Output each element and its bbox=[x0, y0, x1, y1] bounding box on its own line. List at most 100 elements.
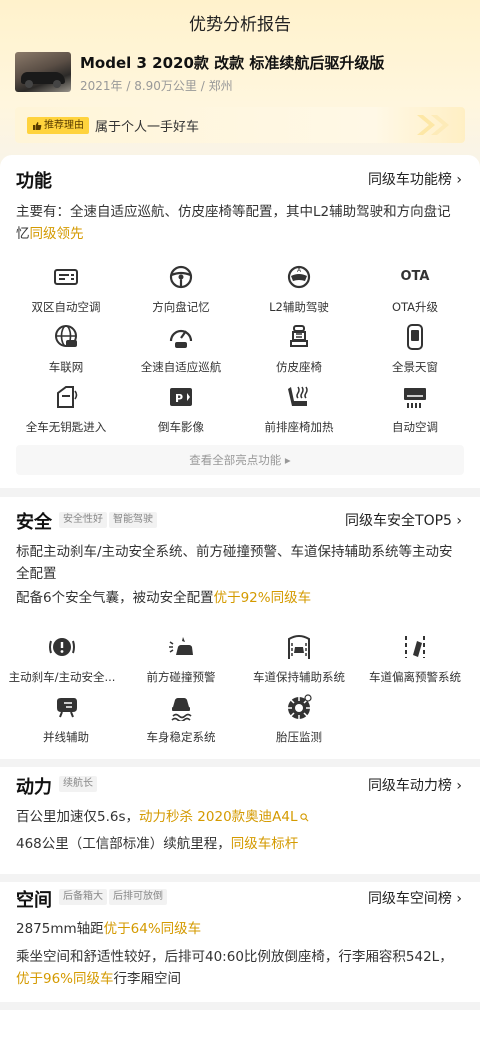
safety-tire-pressure[interactable]: 胎压监测 bbox=[239, 693, 359, 745]
feature-leather-seat[interactable]: 仿皮座椅 bbox=[239, 323, 359, 375]
space-rank-link[interactable]: 同级车空间榜 › bbox=[368, 888, 462, 908]
feature-connected-car[interactable]: 车联网 bbox=[6, 323, 126, 375]
safety-stability-control[interactable]: 车身稳定系统 bbox=[121, 693, 241, 745]
function-rank-link[interactable]: 同级车功能榜 › bbox=[368, 169, 462, 189]
safety-lane-keep[interactable]: 车道保持辅助系统 bbox=[239, 633, 359, 685]
car-meta: 2021年 / 8.90万公里 / 郑州 bbox=[80, 79, 233, 93]
seat-heating-icon bbox=[288, 386, 308, 406]
function-description: 主要有：全速自适应巡航、仿皮座椅等配置，其中L2辅助驾驶和方向盘记忆同级领先 bbox=[16, 201, 464, 245]
view-all-features-button[interactable]: 查看全部亮点功能 ▸ bbox=[16, 445, 464, 475]
power-range-prefix: 468公里（工信部标准）续航里程， bbox=[16, 836, 231, 852]
feature-seat-heating[interactable]: 前排座椅加热 bbox=[239, 383, 359, 435]
space-wheelbase-highlight: 优于64%同级车 bbox=[103, 921, 202, 937]
safety-label: 胎压监测 bbox=[276, 730, 322, 744]
feature-panoramic-roof[interactable]: 全景天窗 bbox=[355, 323, 475, 375]
chevron-decoration-icon bbox=[417, 115, 449, 135]
bottom-spacer bbox=[0, 1010, 480, 1045]
collision-warning-icon bbox=[169, 637, 193, 655]
feature-label: 自动空调 bbox=[392, 420, 438, 434]
active-brake-icon bbox=[49, 638, 75, 656]
feature-label: 全速自适应巡航 bbox=[140, 360, 222, 374]
search-icon[interactable] bbox=[299, 813, 309, 822]
power-range-text: 468公里（工信部标准）续航里程，同级车标杆 bbox=[16, 833, 464, 855]
feature-steering-memory[interactable]: 方向盘记忆 bbox=[121, 263, 241, 315]
feature-auto-ac[interactable]: 自动空调 bbox=[355, 383, 475, 435]
safety-label: 并线辅助 bbox=[43, 730, 89, 744]
recommend-tag-label: 推荐理由 bbox=[44, 120, 84, 131]
feature-label: 双区自动空调 bbox=[31, 300, 101, 314]
feature-label: 全景天窗 bbox=[392, 360, 438, 374]
auto-ac-icon bbox=[404, 388, 426, 408]
safety-label: 前方碰撞预警 bbox=[146, 670, 216, 684]
space-wheelbase-prefix: 2875mm轴距 bbox=[16, 921, 104, 937]
blind-spot-icon bbox=[57, 698, 77, 718]
feature-label: 仿皮座椅 bbox=[276, 360, 322, 374]
feature-label: 倒车影像 bbox=[158, 420, 204, 434]
recommend-text: 属于个人一手好车 bbox=[95, 120, 200, 135]
safety-airbag-text: 配备6个安全气囊，被动安全配置优于92%同级车 bbox=[16, 587, 464, 609]
safety-description: 标配主动刹车/主动安全系统、前方碰撞预警、车道保持辅助系统等主动安全配置 bbox=[16, 544, 453, 582]
space-title: 空间 bbox=[16, 890, 52, 911]
connected-car-icon bbox=[55, 325, 77, 347]
function-desc-highlight: 同级领先 bbox=[29, 226, 84, 242]
power-card: 动力 续航长 同级车动力榜 › 百公里加速仅5.6s，动力秒杀 2020款奥迪A… bbox=[0, 767, 480, 874]
space-comfort-prefix: 乘坐空间和舒适性较好，后排可40:60比例放倒座椅，行李厢容积542L， bbox=[16, 949, 453, 965]
tire-pressure-icon bbox=[288, 694, 312, 719]
feature-label: 前排座椅加热 bbox=[264, 420, 334, 434]
recommend-reason-bar: 推荐理由 属于个人一手好车 bbox=[15, 107, 465, 143]
dual-zone-ac-icon bbox=[54, 269, 78, 285]
adaptive-cruise-icon bbox=[169, 329, 193, 348]
safety-label: 车身稳定系统 bbox=[146, 730, 216, 744]
power-accel-text: 百公里加速仅5.6s，动力秒杀 2020款奥迪A4L bbox=[16, 806, 464, 828]
space-comfort-suffix: 行李厢空间 bbox=[113, 971, 182, 987]
safety-card: 安全 安全性好 智能驾驶 同级车安全TOP5 › 标配主动刹车/主动安全系统、前… bbox=[0, 497, 480, 759]
leather-seat-icon bbox=[290, 325, 308, 347]
recommend-tag: 推荐理由 bbox=[27, 117, 89, 134]
safety-lane-departure[interactable]: 车道偏离预警系统 bbox=[355, 633, 475, 685]
car-name: Model 3 2020款 改款 标准续航后驱升级版 bbox=[80, 54, 385, 72]
wheel-shape bbox=[25, 80, 33, 88]
space-comfort-text: 乘坐空间和舒适性较好，后排可40:60比例放倒座椅，行李厢容积542L， 优于96… bbox=[16, 946, 464, 990]
safety-airbag-highlight: 优于92%同级车 bbox=[213, 590, 312, 606]
wheel-shape bbox=[53, 80, 61, 88]
feature-keyless-entry[interactable]: 全车无钥匙进入 bbox=[6, 383, 126, 435]
safety-blind-spot[interactable]: 并线辅助 bbox=[6, 693, 126, 745]
safety-active-brake[interactable]: 主动刹车/主动安全... bbox=[2, 633, 122, 685]
page-title: 优势分析报告 bbox=[189, 15, 291, 35]
feature-label: L2辅助驾驶 bbox=[269, 300, 329, 314]
svg-text:P: P bbox=[175, 392, 183, 405]
feature-label: 全车无钥匙进入 bbox=[25, 420, 107, 434]
space-wheelbase-text: 2875mm轴距优于64%同级车 bbox=[16, 918, 464, 940]
function-title: 功能 bbox=[16, 171, 52, 192]
space-comfort-highlight: 优于96%同级车 bbox=[16, 971, 114, 987]
feature-adaptive-cruise[interactable]: 全速自适应巡航 bbox=[121, 323, 241, 375]
safety-chip: 智能驾驶 bbox=[109, 512, 157, 528]
lane-departure-icon bbox=[405, 636, 425, 658]
feature-l2-driving[interactable]: A L2辅助驾驶 bbox=[239, 263, 359, 315]
stability-control-icon bbox=[171, 698, 192, 721]
panoramic-roof-icon bbox=[407, 324, 423, 350]
power-accel-highlight: 动力秒杀 2020款奥迪A4L bbox=[139, 809, 298, 825]
feature-reverse-camera[interactable]: P 倒车影像 bbox=[121, 383, 241, 435]
power-chip: 续航长 bbox=[59, 776, 97, 792]
power-rank-link[interactable]: 同级车动力榜 › bbox=[368, 775, 462, 795]
ota-icon: OTA bbox=[400, 269, 430, 284]
safety-label: 车道偏离预警系统 bbox=[369, 670, 461, 684]
feature-label: OTA升级 bbox=[391, 300, 439, 314]
safety-rank-link[interactable]: 同级车安全TOP5 › bbox=[345, 510, 462, 530]
safety-title: 安全 bbox=[16, 512, 52, 533]
feature-dual-zone-ac[interactable]: 双区自动空调 bbox=[6, 263, 126, 315]
assisted-driving-icon: A bbox=[287, 265, 311, 289]
feature-label: 车联网 bbox=[48, 360, 84, 374]
feature-ota[interactable]: OTA OTA升级 bbox=[355, 263, 475, 315]
keyless-entry-icon bbox=[57, 386, 78, 408]
steering-wheel-icon bbox=[169, 265, 193, 289]
safety-label: 主动刹车/主动安全... bbox=[8, 670, 116, 684]
safety-collision-warning[interactable]: 前方碰撞预警 bbox=[121, 633, 241, 685]
safety-airbag-prefix: 配备6个安全气囊，被动安全配置 bbox=[16, 590, 214, 606]
reverse-camera-icon: P bbox=[170, 388, 192, 406]
space-chip: 后排可放倒 bbox=[109, 889, 167, 905]
car-thumbnail[interactable] bbox=[15, 52, 71, 92]
safety-chip: 安全性好 bbox=[59, 512, 107, 528]
lane-keep-icon bbox=[288, 635, 310, 659]
